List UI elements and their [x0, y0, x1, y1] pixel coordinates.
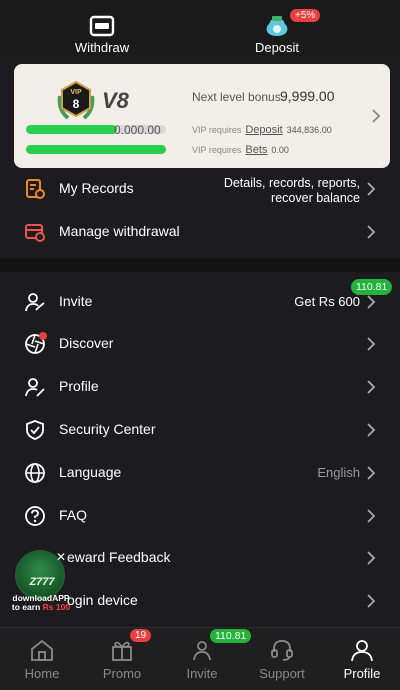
tab-label: Support — [259, 666, 305, 681]
bets-progress-bar — [26, 145, 166, 154]
withdraw-button[interactable]: Withdraw — [47, 14, 157, 55]
deposit-bonus-badge: +5% — [290, 9, 321, 22]
ticket-icon — [89, 15, 115, 37]
menu-item-invite[interactable]: Invite Get Rs 600 — [0, 281, 400, 323]
tab-label: Invite — [186, 666, 218, 681]
bottom-navigation: Home Promo 19 Invite 110.81 Support Prof… — [0, 627, 400, 690]
tab-label: Promo — [102, 666, 142, 681]
user-edit-icon — [25, 378, 45, 397]
deposit-progress-fill — [26, 125, 117, 134]
records-description-line1: Details, records, reports, — [223, 176, 360, 190]
tab-promo[interactable]: Promo — [82, 638, 162, 681]
chevron-right-icon — [367, 182, 376, 196]
menu-item-profile[interactable]: Profile — [0, 366, 400, 408]
tab-invite[interactable]: Invite — [162, 638, 242, 681]
deposit-progress-text: 0.000.00 — [114, 123, 161, 137]
deposit-amount: 344,836.00 — [286, 125, 332, 135]
question-icon — [25, 506, 45, 526]
records-description: Details, records, reports, recover balan… — [224, 176, 360, 206]
vip-card[interactable]: VIP 8 V8 Next level bonus 9,999.00 0.000… — [14, 64, 390, 168]
next-level-value: 9,999.00 — [280, 88, 335, 104]
vip-badge-text: VIP — [70, 89, 82, 96]
menu-label: Invite — [59, 293, 93, 309]
tab-label: Profile — [343, 666, 381, 681]
chevron-right-icon — [367, 466, 376, 480]
language-value: English — [317, 465, 360, 480]
invite-users-icon — [193, 641, 211, 661]
menu-item-manage-withdrawal[interactable]: Manage withdrawal — [0, 211, 400, 253]
section-divider — [0, 258, 400, 272]
withdraw-label: Withdraw — [74, 40, 130, 55]
tab-home[interactable]: Home — [2, 638, 82, 681]
bets-progress-fill — [26, 145, 166, 154]
vip-badge-icon: VIP 8 — [57, 80, 95, 120]
requirement-prefix: VIP requires — [192, 125, 242, 135]
chevron-right-icon — [367, 380, 376, 394]
menu-item-security-center[interactable]: Security Center — [0, 409, 400, 451]
menu-item-language[interactable]: Language English — [0, 452, 400, 494]
globe-icon — [25, 463, 45, 483]
manage-withdrawal-icon — [25, 224, 45, 242]
menu-item-discover[interactable]: Discover — [0, 323, 400, 365]
chevron-right-icon — [372, 109, 381, 123]
menu-label: Security Center — [59, 421, 156, 437]
invite-count-badge: 110.81 — [351, 279, 393, 295]
money-bag-icon — [266, 16, 288, 36]
promo-caption: downloadAPP to earn Rs 100 — [10, 594, 72, 612]
bets-link[interactable]: Bets — [245, 144, 267, 156]
records-description-line2: recover balance — [271, 191, 360, 205]
chevron-right-icon — [367, 225, 376, 239]
deposit-requirement: VIP requires Deposit 344,836.00 — [192, 124, 332, 136]
promo-count-badge: 19 — [130, 629, 152, 642]
tab-support[interactable]: Support — [242, 638, 322, 681]
vip-level: V8 — [102, 88, 129, 113]
tab-label: Home — [24, 666, 60, 681]
menu-item-faq[interactable]: FAQ — [0, 495, 400, 537]
deposit-link[interactable]: Deposit — [245, 124, 282, 136]
tab-profile[interactable]: Profile — [322, 638, 400, 681]
home-icon — [31, 639, 53, 661]
bets-amount: 0.00 — [271, 145, 289, 155]
deposit-label: Deposit — [254, 40, 300, 55]
menu-label: Manage withdrawal — [59, 223, 180, 239]
next-level-label: Next level bonus — [192, 90, 281, 104]
menu-label: FAQ — [59, 507, 88, 523]
bets-requirement: VIP requires Bets 0.00 — [192, 144, 289, 156]
chevron-right-icon — [367, 295, 376, 309]
chevron-right-icon — [367, 509, 376, 523]
menu-label: Profile — [59, 378, 99, 394]
menu-label: eward Feedback — [67, 549, 171, 565]
chevron-right-icon — [367, 337, 376, 351]
records-icon — [26, 179, 45, 199]
user-icon — [351, 640, 373, 662]
menu-label: My Records — [59, 180, 134, 196]
gift-icon — [112, 641, 132, 661]
close-promo-button[interactable]: ✕ — [56, 550, 66, 564]
menu-label: Discover — [59, 335, 114, 351]
top-action-bar: Withdraw Deposit +5% — [0, 0, 400, 62]
invite-user-icon — [25, 293, 45, 312]
chevron-right-icon — [367, 594, 376, 608]
chevron-right-icon — [367, 423, 376, 437]
promo-amount: Rs 100 — [42, 602, 71, 612]
invite-reward: Get Rs 600 — [294, 294, 360, 309]
shield-check-icon — [26, 420, 44, 440]
chevron-right-icon — [367, 551, 376, 565]
menu-label: ogin device — [67, 592, 138, 608]
vip-badge-number: 8 — [73, 97, 80, 111]
notification-dot — [39, 332, 47, 340]
menu-label: Language — [59, 464, 122, 480]
app-logo-text: Z777 — [29, 576, 55, 588]
promo-caption-line2: to earn — [11, 602, 41, 612]
requirement-prefix: VIP requires — [192, 145, 242, 155]
headset-icon — [271, 640, 293, 661]
